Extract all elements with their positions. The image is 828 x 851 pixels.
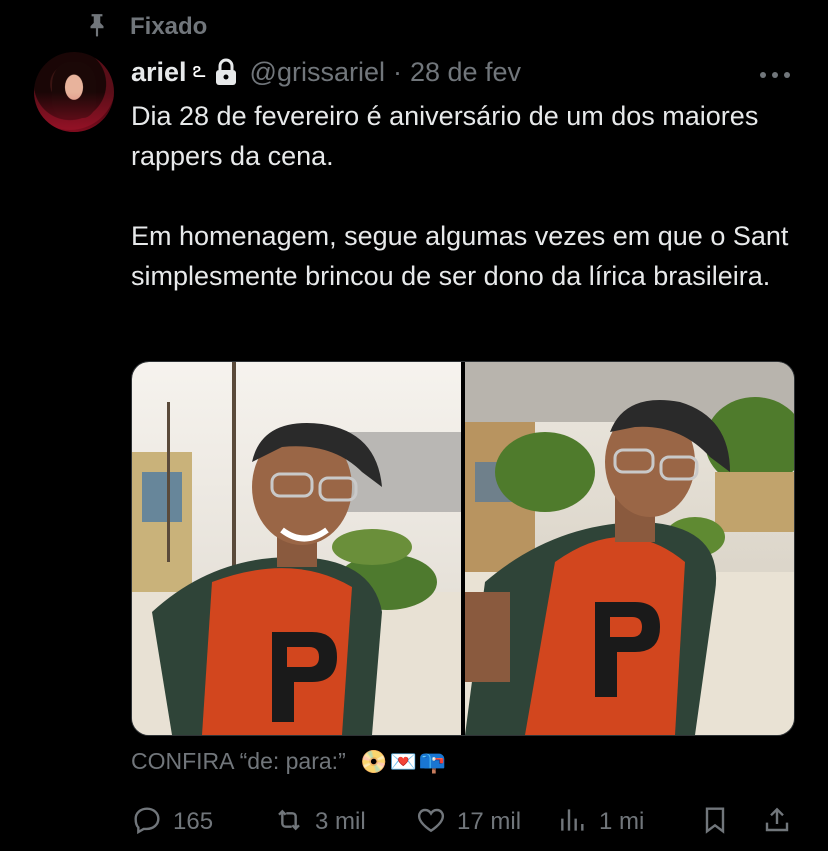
media-grid (131, 361, 795, 736)
views-count: 1 mi (599, 808, 645, 835)
caption-text: CONFIRA “de: para:” (131, 748, 346, 774)
retweet-button[interactable]: 3 mil (273, 802, 366, 842)
tweet-date[interactable]: 28 de fev (410, 57, 521, 88)
views-icon (557, 804, 589, 841)
pinned-label: Fixado (130, 13, 208, 40)
share-button[interactable] (761, 802, 793, 842)
retweet-icon (273, 804, 305, 841)
pin-icon (84, 12, 110, 43)
reply-button[interactable]: 165 (131, 802, 213, 842)
tweet-paragraph-1: Dia 28 de fevereiro é aniversário de um … (131, 101, 759, 171)
avatar[interactable] (34, 52, 114, 132)
bookmark-icon (699, 804, 731, 841)
more-options-icon[interactable] (760, 70, 790, 80)
reply-icon (131, 804, 163, 841)
reply-count: 165 (173, 808, 214, 835)
photo-1[interactable] (132, 362, 461, 735)
author-name[interactable]: ariel (131, 57, 187, 88)
heart-icon (415, 804, 447, 841)
pinned-indicator: Fixado (84, 12, 207, 43)
action-bar: 165 3 mil 17 mil 1 mi (131, 802, 793, 842)
author-name-emoji: ఽ (192, 56, 206, 82)
tweet-header: ariel ఽ @grissariel · 28 de fev (131, 54, 521, 90)
retweet-count: 3 mil (315, 808, 366, 835)
separator-dot: · (392, 56, 402, 87)
share-icon (761, 804, 793, 841)
like-count: 17 mil (457, 808, 522, 835)
caption-emojis: 📀💌📪 (360, 749, 449, 774)
media-caption: CONFIRA “de: para:” 📀💌📪 (131, 745, 448, 778)
bookmark-button[interactable] (699, 802, 731, 842)
tweet-paragraph-2: Em homenagem, segue algumas vezes em que… (131, 221, 789, 291)
like-button[interactable]: 17 mil (415, 802, 521, 842)
tweet-text: Dia 28 de fevereiro é aniversário de um … (131, 96, 811, 296)
views-button[interactable]: 1 mi (557, 802, 644, 842)
lock-icon (214, 58, 238, 86)
author-handle[interactable]: @grissariel (250, 57, 385, 88)
photo-2[interactable] (465, 362, 794, 735)
